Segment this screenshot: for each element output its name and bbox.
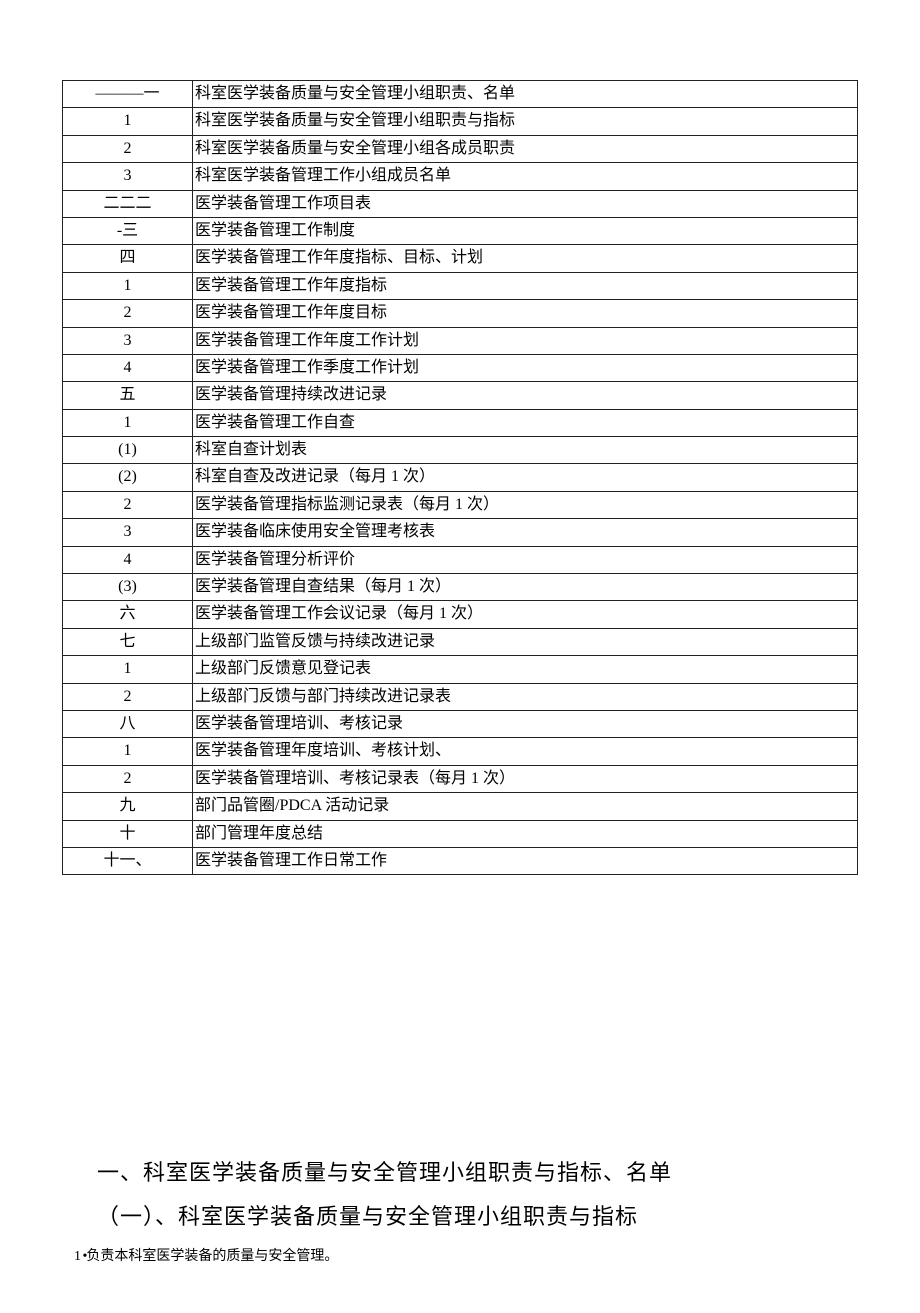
toc-desc: 医学装备管理工作年度目标 — [193, 300, 858, 327]
table-row: 1科室医学装备质量与安全管理小组职责与指标 — [63, 108, 858, 135]
toc-num: 1 — [63, 272, 193, 299]
toc-desc: 医学装备管理工作项目表 — [193, 190, 858, 217]
toc-desc: 科室自查及改进记录（每月 1 次） — [193, 464, 858, 491]
toc-num: 3 — [63, 327, 193, 354]
table-row: (1)科室自查计划表 — [63, 437, 858, 464]
table-row: 1医学装备管理工作自查 — [63, 409, 858, 436]
toc-desc: 医学装备管理工作日常工作 — [193, 847, 858, 874]
toc-desc: 医学装备管理培训、考核记录 — [193, 710, 858, 737]
toc-num: 2 — [63, 683, 193, 710]
toc-desc: 上级部门反馈意见登记表 — [193, 656, 858, 683]
toc-num: 2 — [63, 765, 193, 792]
table-row: 2上级部门反馈与部门持续改进记录表 — [63, 683, 858, 710]
section-heading-2: （一）、科室医学装备质量与安全管理小组职责与指标 — [97, 1199, 848, 1231]
toc-num: 3 — [63, 519, 193, 546]
toc-num: (2) — [63, 464, 193, 491]
toc-num: 五 — [63, 382, 193, 409]
toc-num: 4 — [63, 354, 193, 381]
toc-desc: 科室医学装备管理工作小组成员名单 — [193, 163, 858, 190]
table-row: 1上级部门反馈意见登记表 — [63, 656, 858, 683]
table-row: 2医学装备管理指标监测记录表（每月 1 次） — [63, 491, 858, 518]
toc-desc: 医学装备管理工作季度工作计划 — [193, 354, 858, 381]
toc-desc: 上级部门反馈与部门持续改进记录表 — [193, 683, 858, 710]
toc-num: 七 — [63, 628, 193, 655]
table-row: ———一科室医学装备质量与安全管理小组职责、名单 — [63, 81, 858, 108]
toc-num: ———一 — [63, 81, 193, 108]
table-row: 六医学装备管理工作会议记录（每月 1 次） — [63, 601, 858, 628]
toc-desc: 医学装备管理工作年度指标 — [193, 272, 858, 299]
toc-num: 2 — [63, 135, 193, 162]
toc-desc: 医学装备管理指标监测记录表（每月 1 次） — [193, 491, 858, 518]
toc-desc: 医学装备管理工作年度指标、目标、计划 — [193, 245, 858, 272]
toc-desc: 部门管理年度总结 — [193, 820, 858, 847]
table-row: 3医学装备临床使用安全管理考核表 — [63, 519, 858, 546]
toc-num: 十一、 — [63, 847, 193, 874]
toc-body: ———一科室医学装备质量与安全管理小组职责、名单 1科室医学装备质量与安全管理小… — [63, 81, 858, 875]
toc-desc: 科室医学装备质量与安全管理小组各成员职责 — [193, 135, 858, 162]
table-row: 八医学装备管理培训、考核记录 — [63, 710, 858, 737]
body-line-1: 1 •负责本科室医学装备的质量与安全管理。 — [74, 1245, 848, 1265]
table-row: 3科室医学装备管理工作小组成员名单 — [63, 163, 858, 190]
toc-num: 1 — [63, 108, 193, 135]
toc-desc: 科室自查计划表 — [193, 437, 858, 464]
toc-desc: 医学装备管理工作年度工作计划 — [193, 327, 858, 354]
toc-num: 1 — [63, 656, 193, 683]
toc-num: 十 — [63, 820, 193, 847]
toc-desc: 科室医学装备质量与安全管理小组职责、名单 — [193, 81, 858, 108]
toc-num: 2 — [63, 300, 193, 327]
toc-num: 二二二 — [63, 190, 193, 217]
bullet-number: 1 • — [74, 1249, 86, 1264]
table-row: 4医学装备管理工作季度工作计划 — [63, 354, 858, 381]
toc-desc: 医学装备管理持续改进记录 — [193, 382, 858, 409]
toc-desc: 医学装备临床使用安全管理考核表 — [193, 519, 858, 546]
table-row: 2医学装备管理工作年度目标 — [63, 300, 858, 327]
table-row: 七上级部门监管反馈与持续改进记录 — [63, 628, 858, 655]
toc-num: 3 — [63, 163, 193, 190]
table-row: 九部门品管圈/PDCA 活动记录 — [63, 793, 858, 820]
toc-num: 四 — [63, 245, 193, 272]
toc-desc: 医学装备管理工作自查 — [193, 409, 858, 436]
toc-num: (3) — [63, 574, 193, 601]
table-row: 1医学装备管理年度培训、考核计划、 — [63, 738, 858, 765]
toc-num: 九 — [63, 793, 193, 820]
table-of-contents: ———一科室医学装备质量与安全管理小组职责、名单 1科室医学装备质量与安全管理小… — [62, 80, 858, 875]
table-row: 3医学装备管理工作年度工作计划 — [63, 327, 858, 354]
table-row: (3)医学装备管理自查结果（每月 1 次） — [63, 574, 858, 601]
table-row: 2科室医学装备质量与安全管理小组各成员职责 — [63, 135, 858, 162]
table-row: 1医学装备管理工作年度指标 — [63, 272, 858, 299]
toc-num: 1 — [63, 409, 193, 436]
page-container: ———一科室医学装备质量与安全管理小组职责、名单 1科室医学装备质量与安全管理小… — [0, 0, 920, 1313]
table-row: 四医学装备管理工作年度指标、目标、计划 — [63, 245, 858, 272]
toc-desc: 医学装备管理工作制度 — [193, 217, 858, 244]
toc-desc: 医学装备管理分析评价 — [193, 546, 858, 573]
section-body: 一、科室医学装备质量与安全管理小组职责与指标、名单 （一）、科室医学装备质量与安… — [62, 1155, 858, 1265]
toc-desc: 科室医学装备质量与安全管理小组职责与指标 — [193, 108, 858, 135]
toc-num: (1) — [63, 437, 193, 464]
toc-desc: 部门品管圈/PDCA 活动记录 — [193, 793, 858, 820]
table-row: 十一、医学装备管理工作日常工作 — [63, 847, 858, 874]
toc-num: 六 — [63, 601, 193, 628]
toc-num: 4 — [63, 546, 193, 573]
table-row: 2医学装备管理培训、考核记录表（每月 1 次） — [63, 765, 858, 792]
body-text: 负责本科室医学装备的质量与安全管理。 — [86, 1249, 338, 1264]
toc-num: 八 — [63, 710, 193, 737]
toc-num: 2 — [63, 491, 193, 518]
table-row: -三医学装备管理工作制度 — [63, 217, 858, 244]
toc-desc: 医学装备管理自查结果（每月 1 次） — [193, 574, 858, 601]
toc-desc: 医学装备管理年度培训、考核计划、 — [193, 738, 858, 765]
table-row: 五医学装备管理持续改进记录 — [63, 382, 858, 409]
table-row: 二二二医学装备管理工作项目表 — [63, 190, 858, 217]
toc-desc: 上级部门监管反馈与持续改进记录 — [193, 628, 858, 655]
table-row: 4医学装备管理分析评价 — [63, 546, 858, 573]
table-row: (2)科室自查及改进记录（每月 1 次） — [63, 464, 858, 491]
table-row: 十部门管理年度总结 — [63, 820, 858, 847]
section-heading-1: 一、科室医学装备质量与安全管理小组职责与指标、名单 — [97, 1155, 848, 1187]
toc-desc: 医学装备管理工作会议记录（每月 1 次） — [193, 601, 858, 628]
toc-num: -三 — [63, 217, 193, 244]
toc-num: 1 — [63, 738, 193, 765]
toc-desc: 医学装备管理培训、考核记录表（每月 1 次） — [193, 765, 858, 792]
